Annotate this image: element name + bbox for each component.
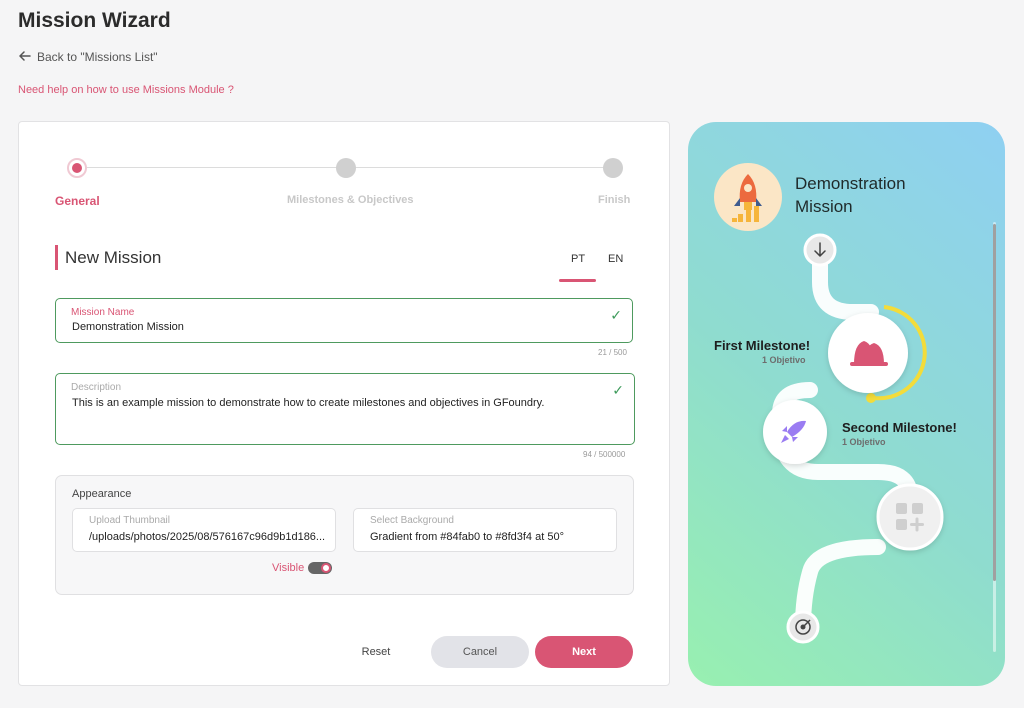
page-title: Mission Wizard	[18, 9, 171, 32]
second-milestone-node[interactable]	[763, 400, 827, 464]
second-milestone-name: Second Milestone!	[842, 420, 957, 435]
visible-label: Visible	[272, 562, 305, 574]
thumbnail-value: /uploads/photos/2025/08/576167c96d9b1d18…	[89, 531, 326, 543]
mission-name-counter: 21 / 500	[598, 348, 627, 357]
first-milestone-subtitle: 1 Objetivo	[762, 355, 806, 365]
cancel-button[interactable]: Cancel	[431, 636, 529, 668]
check-icon: ✓	[612, 382, 624, 398]
back-link-label: Back to "Missions List"	[37, 50, 158, 64]
description-counter: 94 / 500000	[583, 450, 626, 459]
description-field[interactable]: Description This is an example mission t…	[55, 373, 635, 445]
step-finish-label[interactable]: Finish	[598, 194, 630, 206]
description-label: Description	[71, 382, 122, 393]
background-label: Select Background	[370, 515, 454, 526]
check-icon: ✓	[610, 307, 622, 323]
background-value: Gradient from #84fab0 to #8fd3f4 at 50°	[370, 531, 564, 543]
tab-pt-underline	[559, 279, 596, 282]
first-milestone-node[interactable]	[828, 305, 927, 403]
mission-name-label: Mission Name	[71, 307, 135, 318]
toggle-knob	[321, 563, 331, 573]
appearance-section: Appearance Upload Thumbnail /uploads/pho…	[55, 475, 634, 595]
next-button[interactable]: Next	[535, 636, 633, 668]
mission-thumbnail	[714, 163, 782, 231]
arrow-left-icon	[19, 50, 31, 64]
description-value[interactable]: This is an example mission to demonstrat…	[72, 397, 612, 409]
mission-name-value[interactable]: Demonstration Mission	[72, 321, 184, 333]
step-milestones-dot[interactable]	[336, 158, 356, 178]
thumbnail-upload-field[interactable]: Upload Thumbnail /uploads/photos/2025/08…	[72, 508, 336, 552]
first-milestone-name: First Milestone!	[714, 338, 811, 353]
preview-mission-title: Demonstration Mission	[795, 174, 906, 216]
start-arrow-icon	[803, 233, 837, 267]
preview-scrollbar-thumb[interactable]	[993, 224, 996, 581]
tab-pt[interactable]: PT	[571, 253, 585, 265]
section-title: New Mission	[65, 248, 162, 267]
step-finish-dot[interactable]	[603, 158, 623, 178]
tab-en[interactable]: EN	[608, 253, 623, 265]
mission-name-field[interactable]: Mission Name Demonstration Mission ✓	[55, 298, 633, 343]
finish-target-icon	[786, 610, 820, 644]
add-milestone-node[interactable]	[876, 483, 944, 551]
mission-preview-panel: Demonstration Mission First Milestone! 1…	[688, 122, 1005, 686]
section-accent-bar	[55, 245, 58, 270]
step-general-dot[interactable]	[67, 158, 87, 178]
step-milestones-label[interactable]: Milestones & Objectives	[287, 194, 414, 206]
background-select-field[interactable]: Select Background Gradient from #84fab0 …	[353, 508, 617, 552]
second-milestone-subtitle: 1 Objetivo	[842, 437, 886, 447]
thumbnail-label: Upload Thumbnail	[89, 515, 170, 526]
help-link[interactable]: Need help on how to use Missions Module …	[18, 84, 234, 96]
step-general-label[interactable]: General	[55, 194, 100, 208]
back-link[interactable]: Back to "Missions List"	[19, 50, 158, 64]
reset-button[interactable]: Reset	[350, 636, 402, 668]
visible-toggle[interactable]	[308, 562, 332, 574]
appearance-title: Appearance	[72, 488, 132, 500]
